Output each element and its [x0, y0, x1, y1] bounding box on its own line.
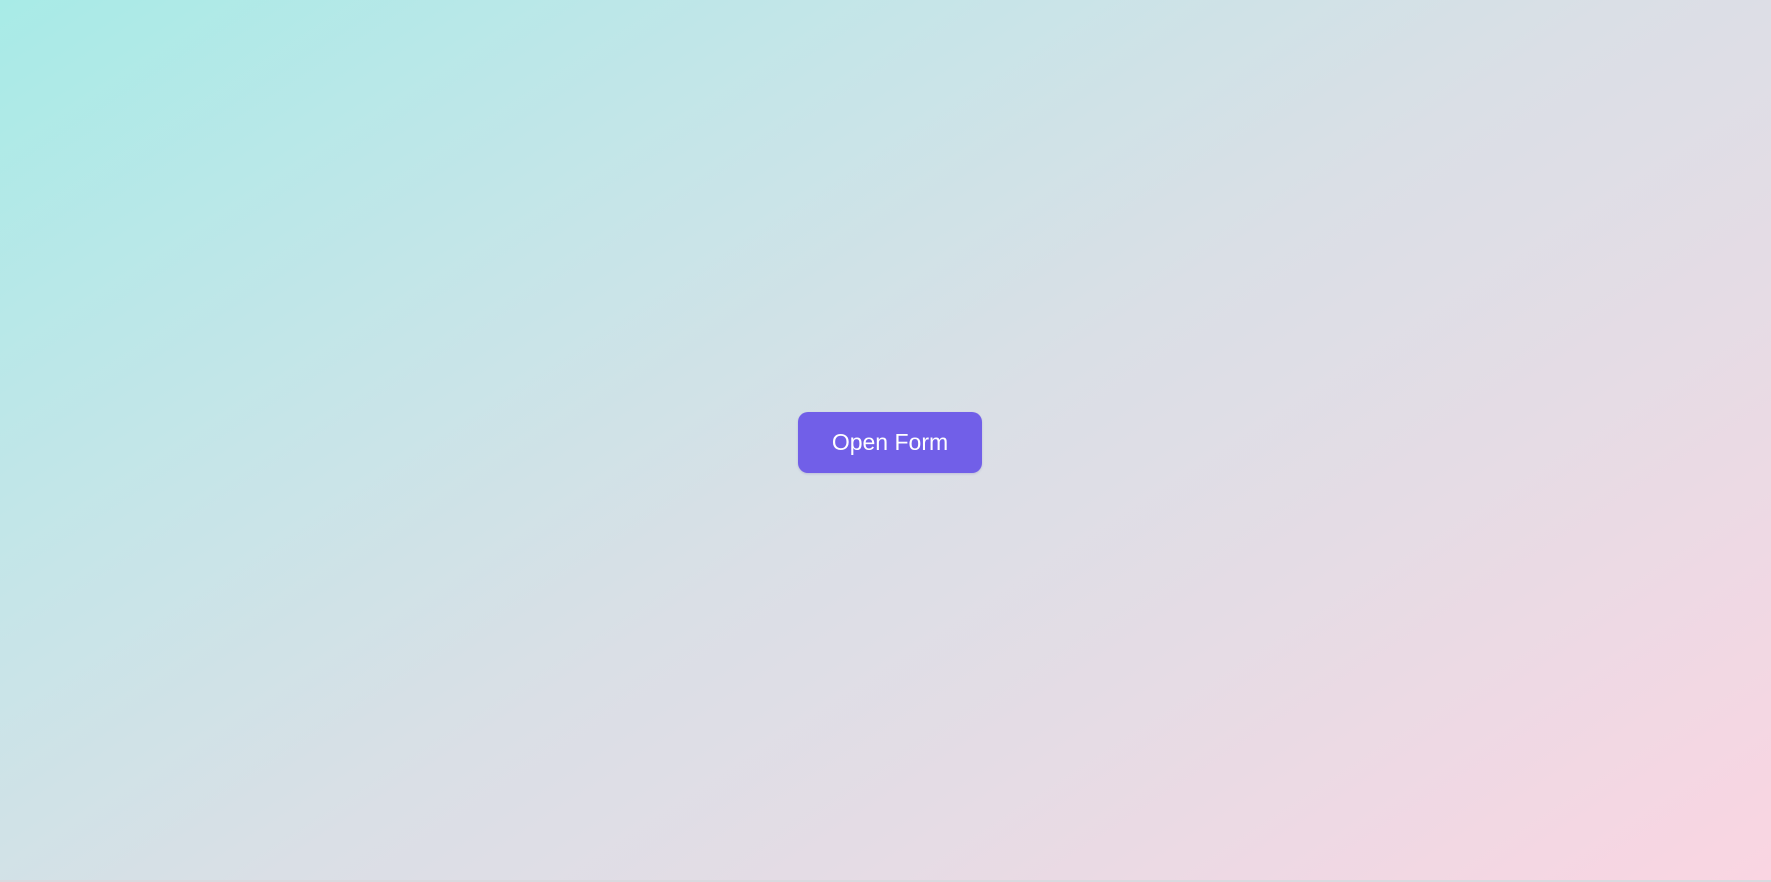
page-background: Open Form — [0, 0, 1771, 880]
open-form-button[interactable]: Open Form — [798, 412, 982, 473]
